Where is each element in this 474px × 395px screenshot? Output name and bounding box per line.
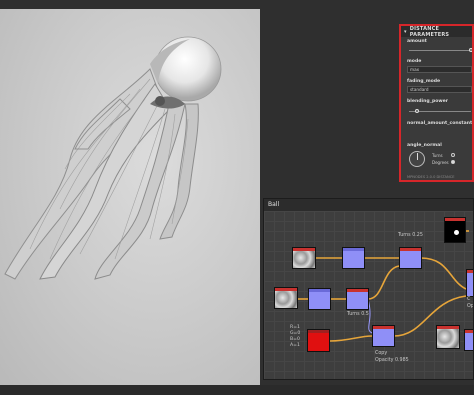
label-turns-top: Turns 0.25 [398, 233, 423, 238]
node-right-partial-2[interactable] [464, 329, 473, 351]
mode-dropdown[interactable]: max [407, 66, 472, 73]
normal-amount-constant-label: normal_amount_constant [407, 121, 473, 126]
angle-option-degrees: Degrees [432, 160, 449, 165]
render-viewport[interactable] [0, 9, 260, 385]
graph-canvas[interactable]: Turns 0.25 Turns 0.5 C Op R=1 G=0 B=0 A=… [264, 211, 474, 379]
node-graph-panel: Ball Turns 0.25 Turns 0.5 C Op R=1 G=0 B… [263, 198, 474, 380]
panel-footer: MPNODES 2.0.0 DISTANCE [407, 175, 455, 179]
amount-slider-handle[interactable] [469, 48, 472, 52]
angle-dial[interactable] [409, 151, 425, 167]
fading-mode-label: fading_mode [407, 79, 441, 84]
label-right-cut: C [467, 297, 471, 302]
label-opacity: Opacity 0.985 [375, 358, 409, 363]
label-turns-mid: Turns 0.5 [347, 312, 369, 317]
node-right-partial[interactable] [466, 269, 473, 297]
label-right-cut2: Op [467, 304, 474, 309]
mask-dot [454, 230, 459, 235]
angle-option-turns: Turns [432, 153, 443, 158]
node-blend-2[interactable] [346, 288, 369, 310]
bottom-strip [0, 385, 474, 395]
node-noise-input[interactable] [292, 247, 316, 269]
chevron-down-icon[interactable]: ▾ [404, 29, 407, 35]
node-header [445, 218, 465, 221]
node-blend-1[interactable] [399, 247, 422, 269]
mode-label: mode [407, 59, 422, 64]
node-result-thumbnail[interactable] [436, 325, 460, 349]
dial-needle [417, 153, 418, 160]
graph-title: Ball [264, 199, 473, 211]
panel-header[interactable]: ▾ DISTANCE PARAMETERS [401, 25, 472, 38]
node-header [308, 330, 329, 333]
texture-thumbnail [275, 291, 297, 308]
blending-power-label: blending_power [407, 99, 449, 104]
amount-label: amount [407, 39, 427, 44]
top-strip [0, 0, 474, 9]
node-output-mask[interactable] [444, 217, 466, 243]
sculpted-ball-render [4, 36, 222, 280]
noise-thumbnail [293, 251, 315, 268]
panel-title: DISTANCE PARAMETERS [409, 25, 450, 38]
node-uniform-color-red[interactable] [307, 329, 330, 352]
radio-turns[interactable] [451, 153, 455, 157]
node-texture-input[interactable] [274, 287, 298, 309]
amount-slider-track[interactable] [409, 50, 471, 51]
radio-degrees[interactable] [451, 160, 455, 164]
node-copy[interactable] [372, 325, 395, 347]
rgba-values: R=1 G=0 B=0 A=1 [290, 325, 301, 348]
result-thumbnail [437, 329, 459, 348]
fading-mode-dropdown[interactable]: standard [407, 86, 472, 93]
distance-parameters-panel: ▾ DISTANCE PARAMETERS amount mode max fa… [399, 24, 474, 182]
label-copy: Copy [375, 351, 388, 356]
angle-normal-label: angle_normal [407, 143, 442, 148]
blending-power-slider-handle[interactable] [415, 109, 419, 113]
node-transform-2[interactable] [308, 288, 331, 310]
node-transform-1[interactable] [342, 247, 365, 269]
